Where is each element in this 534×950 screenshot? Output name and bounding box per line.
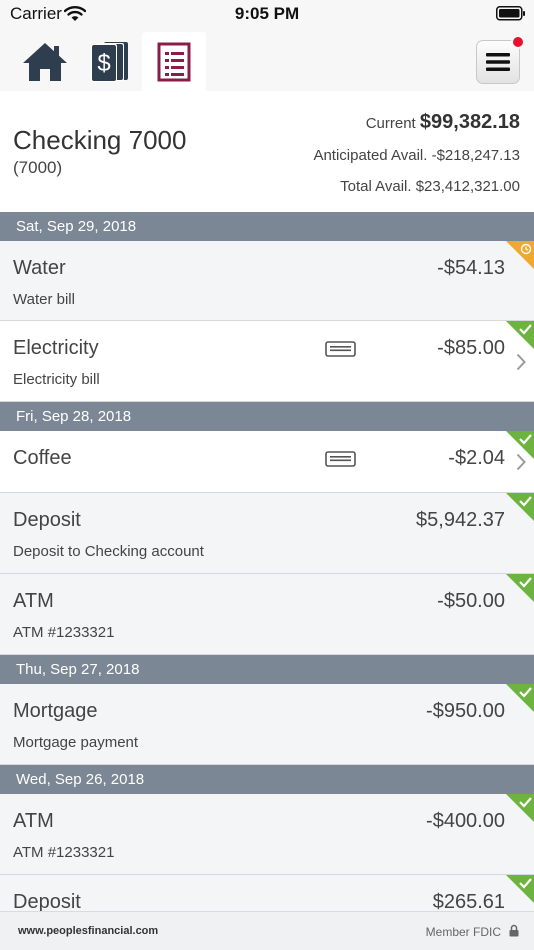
card-icon	[325, 341, 356, 357]
hamburger-menu-icon	[486, 53, 510, 71]
transaction-row[interactable]: Deposit Deposit to Checking account $5,9…	[0, 493, 534, 574]
status-time: 9:05 PM	[234, 4, 300, 23]
anticipated-balance: Anticipated Avail. -$218,247.13	[313, 147, 520, 164]
transaction-amount: -$54.13	[437, 257, 505, 279]
transaction-amount: -$950.00	[426, 700, 505, 722]
status-bar: Carrier 9:05 PM	[0, 0, 534, 32]
footer-fdic-label: Member FDIC	[425, 925, 501, 939]
transaction-name: ATM	[13, 590, 54, 612]
cleared-check-icon	[506, 875, 534, 903]
transaction-memo: ATM #1233321	[13, 624, 115, 641]
register-icon	[157, 42, 191, 81]
transaction-list[interactable]: Sat, Sep 29, 2018 Water Water bill -$54.…	[0, 212, 534, 911]
transaction-row[interactable]: Coffee -$2.04	[0, 431, 534, 493]
transaction-row[interactable]: Water Water bill -$54.13	[0, 241, 534, 321]
date-header: Wed, Sep 26, 2018	[0, 765, 534, 794]
pending-clock-icon	[506, 241, 534, 269]
transaction-memo: Mortgage payment	[13, 734, 139, 751]
date-header: Sat, Sep 29, 2018	[0, 212, 534, 241]
transaction-row[interactable]: ATM ATM #1233321 -$400.00	[0, 794, 534, 875]
transaction-row[interactable]: Mortgage Mortgage payment -$950.00	[0, 684, 534, 765]
transaction-name: Coffee	[13, 447, 72, 469]
account-summary: Checking 7000 (7000) Current $99,382.18 …	[0, 91, 534, 212]
date-header: Fri, Sep 28, 2018	[0, 402, 534, 431]
account-number: (7000)	[13, 158, 63, 177]
transaction-amount: $5,942.37	[416, 509, 505, 531]
current-balance-amount: $99,382.18	[419, 111, 520, 133]
cleared-check-icon	[506, 684, 534, 712]
transaction-amount: $265.61	[432, 891, 505, 911]
total-balance-label: Total Avail.	[340, 178, 412, 195]
anticipated-balance-label: Anticipated Avail.	[313, 147, 428, 164]
total-balance-amount: $23,412,321.00	[415, 178, 520, 195]
transaction-row[interactable]: Electricity Electricity bill -$85.00	[0, 321, 534, 402]
transaction-name: ATM	[13, 810, 54, 832]
tab-bar: $	[0, 32, 534, 91]
current-balance-label: Current	[365, 115, 416, 132]
transaction-name: Deposit	[13, 891, 81, 911]
account-name: Checking 7000	[13, 125, 187, 155]
footer-website-link[interactable]: www.peoplesfinancial.com	[18, 925, 158, 937]
footer: www.peoplesfinancial.com Member FDIC	[0, 911, 534, 950]
home-icon	[23, 42, 67, 81]
transaction-amount: -$50.00	[437, 590, 505, 612]
transaction-row[interactable]: ATM ATM #1233321 -$50.00	[0, 574, 534, 655]
chevron-right-icon	[516, 353, 526, 371]
svg-text:$: $	[97, 50, 110, 77]
transaction-row[interactable]: Deposit $265.61	[0, 875, 534, 911]
tab-transfers[interactable]: $	[77, 32, 143, 91]
money-icon: $	[91, 41, 128, 82]
cleared-check-icon	[506, 493, 534, 521]
cleared-check-icon	[506, 574, 534, 602]
date-header: Thu, Sep 27, 2018	[0, 655, 534, 684]
cleared-check-icon	[506, 321, 534, 349]
transaction-memo: Deposit to Checking account	[13, 543, 204, 560]
transaction-memo: Electricity bill	[13, 371, 100, 388]
transaction-amount: -$400.00	[426, 810, 505, 832]
transaction-amount: -$2.04	[448, 447, 505, 469]
notification-badge	[511, 35, 525, 49]
lock-icon	[509, 924, 519, 937]
battery-icon	[496, 6, 525, 21]
transaction-name: Electricity	[13, 337, 99, 359]
transaction-name: Water	[13, 257, 66, 279]
transaction-name: Mortgage	[13, 700, 98, 722]
transaction-amount: -$85.00	[437, 337, 505, 359]
current-balance: Current $99,382.18	[366, 111, 520, 134]
cleared-check-icon	[506, 431, 534, 459]
cleared-check-icon	[506, 794, 534, 822]
transaction-memo: Water bill	[13, 291, 75, 308]
tab-home[interactable]	[12, 32, 78, 91]
card-icon	[325, 451, 356, 467]
transaction-memo: ATM #1233321	[13, 844, 115, 861]
menu-button[interactable]	[476, 35, 525, 84]
tab-register[interactable]	[142, 32, 206, 91]
total-balance: Total Avail. $23,412,321.00	[340, 178, 520, 195]
transaction-name: Deposit	[13, 509, 81, 531]
anticipated-balance-amount: -$218,247.13	[431, 147, 520, 164]
